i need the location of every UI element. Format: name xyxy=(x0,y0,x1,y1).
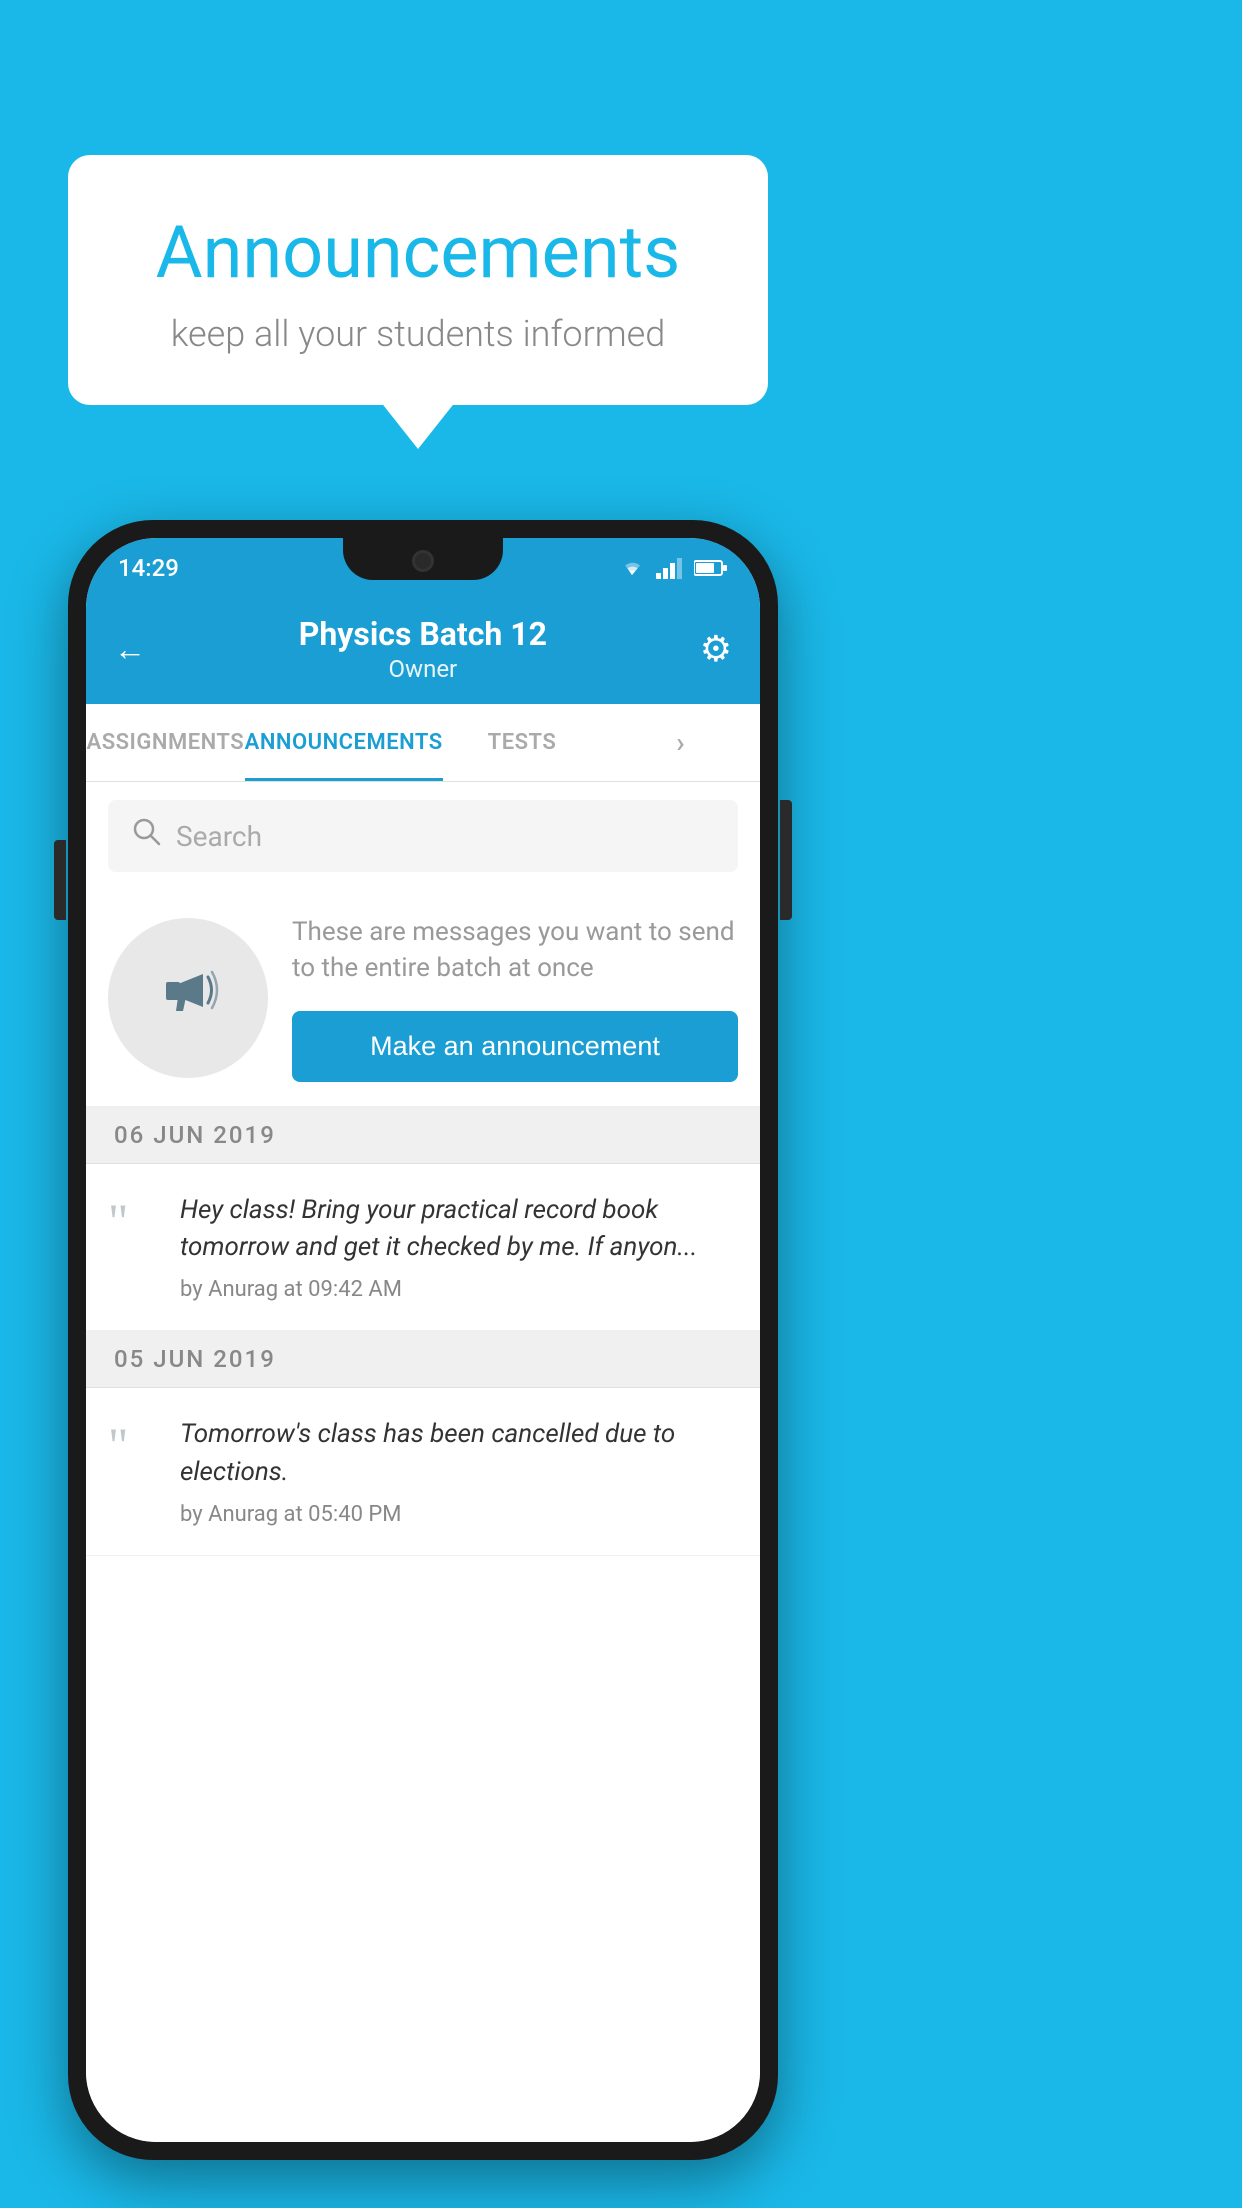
empty-state: These are messages you want to send to t… xyxy=(86,890,760,1107)
announcement-meta-2: by Anurag at 05:40 PM xyxy=(180,1502,738,1527)
empty-state-right: These are messages you want to send to t… xyxy=(292,914,738,1082)
search-placeholder-text: Search xyxy=(176,820,262,853)
search-bar[interactable]: Search xyxy=(108,800,738,872)
tab-more[interactable]: › xyxy=(601,704,760,781)
tab-tests[interactable]: TESTS xyxy=(443,704,602,781)
speech-bubble-container: Announcements keep all your students inf… xyxy=(68,155,768,405)
back-button[interactable]: ← xyxy=(114,630,146,668)
bubble-title: Announcements xyxy=(128,210,708,295)
bubble-subtitle: keep all your students informed xyxy=(128,313,708,355)
speech-bubble: Announcements keep all your students inf… xyxy=(68,155,768,405)
announcement-content-2: Tomorrow's class has been cancelled due … xyxy=(180,1416,738,1526)
batch-title: Physics Batch 12 xyxy=(299,615,547,653)
quote-icon-2: " xyxy=(108,1416,158,1526)
make-announcement-button[interactable]: Make an announcement xyxy=(292,1011,738,1082)
tab-assignments[interactable]: ASSIGNMENTS xyxy=(86,704,245,781)
tab-bar: ASSIGNMENTS ANNOUNCEMENTS TESTS › xyxy=(86,704,760,782)
settings-icon[interactable]: ⚙ xyxy=(700,628,732,670)
camera-icon xyxy=(412,550,434,572)
announcement-item-2[interactable]: " Tomorrow's class has been cancelled du… xyxy=(86,1388,760,1555)
announcement-item-1[interactable]: " Hey class! Bring your practical record… xyxy=(86,1164,760,1331)
date-separator-june5: 05 JUN 2019 xyxy=(86,1331,760,1388)
quote-icon-1: " xyxy=(108,1192,158,1302)
content-area: Search xyxy=(86,782,760,2142)
status-icons xyxy=(618,557,728,579)
megaphone-icon xyxy=(148,949,228,1047)
announcement-content-1: Hey class! Bring your practical record b… xyxy=(180,1192,738,1302)
app-header: ← Physics Batch 12 Owner ⚙ xyxy=(86,594,760,704)
phone-wrapper: 14:29 xyxy=(68,520,778,2160)
notch xyxy=(343,538,503,580)
header-center: Physics Batch 12 Owner xyxy=(299,615,547,683)
announcement-icon-circle xyxy=(108,918,268,1078)
signal-icon xyxy=(656,557,684,579)
phone-outer: 14:29 xyxy=(68,520,778,2160)
empty-state-description: These are messages you want to send to t… xyxy=(292,914,738,987)
phone-screen: 14:29 xyxy=(86,538,760,2142)
status-time: 14:29 xyxy=(118,554,179,582)
batch-role: Owner xyxy=(299,655,547,683)
battery-icon xyxy=(694,559,728,577)
date-separator-june6: 06 JUN 2019 xyxy=(86,1107,760,1164)
announcement-text-2: Tomorrow's class has been cancelled due … xyxy=(180,1416,738,1491)
announcement-text-1: Hey class! Bring your practical record b… xyxy=(180,1192,738,1267)
tab-announcements[interactable]: ANNOUNCEMENTS xyxy=(245,704,443,781)
announcement-meta-1: by Anurag at 09:42 AM xyxy=(180,1277,738,1302)
wifi-icon xyxy=(618,557,646,579)
search-icon xyxy=(132,817,162,855)
